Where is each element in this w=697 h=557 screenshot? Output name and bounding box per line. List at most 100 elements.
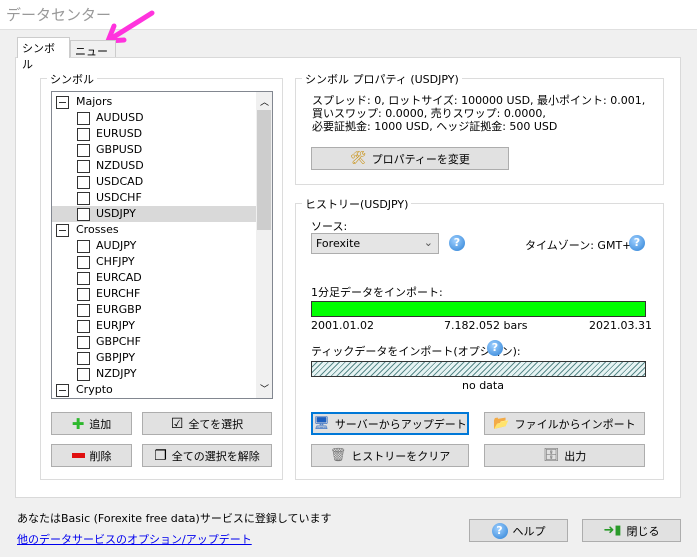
checkbox[interactable] bbox=[77, 288, 90, 301]
tab-symbols[interactable]: シンボル bbox=[17, 37, 70, 71]
import-label: ファイルからインポート bbox=[514, 417, 636, 431]
data-services-link[interactable]: 他のデータサービスのオプション/アップデート bbox=[17, 531, 252, 547]
checkbox[interactable] bbox=[77, 176, 90, 189]
checkbox[interactable] bbox=[77, 160, 90, 173]
tree-item-label: Crosses bbox=[76, 223, 119, 236]
close-button[interactable]: ➜▮ 閉じる bbox=[582, 519, 681, 542]
change-properties-button[interactable]: 🛠 プロパティーを変更 bbox=[311, 147, 509, 170]
add-button[interactable]: ✚ 追加 bbox=[51, 412, 132, 435]
export-button[interactable]: 🗄 出力 bbox=[484, 444, 645, 467]
checkbox[interactable] bbox=[77, 112, 90, 125]
tree-item-label: USDCHF bbox=[96, 191, 142, 204]
tree-item[interactable]: EURUSD bbox=[52, 126, 256, 142]
scroll-down-icon[interactable]: ﹀ bbox=[260, 382, 269, 395]
folder-icon: 📂 bbox=[493, 416, 510, 431]
checkbox[interactable] bbox=[77, 192, 90, 205]
tree-item[interactable]: NZDUSD bbox=[52, 158, 256, 174]
source-label: ソース: bbox=[311, 220, 348, 233]
properties-text: スプレッド: 0, ロットサイズ: 100000 USD, 最小ポイント: 0.… bbox=[312, 94, 645, 133]
m1-progress-fill bbox=[312, 302, 645, 316]
tree-item[interactable]: EURCAD bbox=[52, 270, 256, 286]
help-button[interactable]: ? ヘルプ bbox=[469, 519, 568, 542]
tab-news[interactable]: ニュース bbox=[70, 40, 116, 74]
properties-line-2: 買いスワップ: 0.0000, 売りスワップ: 0.0000, bbox=[312, 107, 546, 120]
import-from-file-button[interactable]: 📂 ファイルからインポート bbox=[484, 412, 645, 435]
tree-group[interactable]: Crypto bbox=[52, 382, 256, 398]
computer-icon: 🖥 bbox=[313, 416, 330, 431]
symbols-group-label: シンボル bbox=[47, 71, 97, 87]
checkbox-icon: ☑ bbox=[170, 415, 184, 432]
source-select[interactable]: Forexite ⌄ bbox=[311, 233, 439, 254]
tree-item-label: GBPUSD bbox=[96, 143, 143, 156]
delete-label: 削除 bbox=[89, 449, 112, 463]
tree-item[interactable]: USDCAD bbox=[52, 174, 256, 190]
scrollbar-thumb[interactable] bbox=[257, 110, 271, 230]
database-export-icon: 🗄 bbox=[542, 448, 560, 463]
timezone-label: タイムゾーン: GMT+0 bbox=[525, 239, 639, 252]
clear-label: ヒストリーをクリア bbox=[351, 449, 451, 463]
subscription-status: あなたはBasic (Forexite free data)サービスに登録してい… bbox=[17, 512, 332, 525]
deselect-all-button[interactable]: ❐ 全ての選択を解除 bbox=[142, 444, 272, 467]
checkbox[interactable] bbox=[77, 144, 90, 157]
checkbox[interactable] bbox=[77, 368, 90, 381]
m1-progress-bar bbox=[311, 301, 646, 317]
tick-help-icon[interactable]: ? bbox=[487, 340, 503, 356]
tree-item[interactable]: NZDJPY bbox=[52, 366, 256, 382]
m1-bar-count: 7.182.052 bars bbox=[444, 319, 528, 332]
tree-item-label: EURUSD bbox=[96, 127, 143, 140]
timezone-help-icon[interactable]: ? bbox=[629, 235, 645, 251]
checkbox[interactable] bbox=[77, 256, 90, 269]
tree-item[interactable]: USDCHF bbox=[52, 190, 256, 206]
add-label: 追加 bbox=[89, 417, 112, 431]
scroll-up-icon[interactable]: ︿ bbox=[260, 95, 269, 108]
checkbox[interactable] bbox=[77, 240, 90, 253]
minus-icon bbox=[71, 453, 85, 458]
tree-item-label: EURCHF bbox=[96, 287, 141, 300]
tree-group[interactable]: Majors bbox=[52, 94, 256, 110]
help-icon: ? bbox=[491, 522, 508, 539]
checkbox[interactable] bbox=[77, 304, 90, 317]
tree-item-label: Crypto bbox=[76, 383, 113, 396]
tree-item[interactable]: GBPUSD bbox=[52, 142, 256, 158]
tree-item[interactable]: AUDJPY bbox=[52, 238, 256, 254]
export-label: 出力 bbox=[564, 449, 587, 463]
tree-item-label: GBPJPY bbox=[96, 351, 136, 364]
chevron-down-icon: ⌄ bbox=[423, 236, 433, 249]
tree-item-label: EURGBP bbox=[96, 303, 142, 316]
checkbox[interactable] bbox=[77, 208, 90, 221]
tree-group[interactable]: Crosses bbox=[52, 222, 256, 238]
checkbox[interactable] bbox=[77, 128, 90, 141]
update-from-server-button[interactable]: 🖥 サーバーからアップデート bbox=[311, 412, 469, 435]
collapse-icon[interactable] bbox=[56, 384, 69, 397]
history-group-label: ヒストリー(USDJPY) bbox=[302, 196, 412, 212]
collapse-icon[interactable] bbox=[56, 224, 69, 237]
tree-item[interactable]: EURGBP bbox=[52, 302, 256, 318]
clear-history-button[interactable]: 🗑 ヒストリーをクリア bbox=[311, 444, 469, 467]
tree-item[interactable]: GBPCHF bbox=[52, 334, 256, 350]
tree-item-label: NZDUSD bbox=[96, 159, 144, 172]
collapse-icon[interactable] bbox=[56, 96, 69, 109]
source-help-icon[interactable]: ? bbox=[449, 235, 465, 251]
tree-item[interactable]: GBPJPY bbox=[52, 350, 256, 366]
tree-item-label: AUDUSD bbox=[96, 111, 144, 124]
tree-item-label: USDJPY bbox=[96, 207, 136, 220]
tree-item[interactable]: EURCHF bbox=[52, 286, 256, 302]
tree-item[interactable]: USDJPY bbox=[52, 206, 256, 222]
checkbox[interactable] bbox=[77, 272, 90, 285]
symbol-tree[interactable]: Crypto NZDJPY GBPJPY GBPCHF EURJPY EURGBP EURC… bbox=[51, 91, 273, 399]
tree-item-label: GBPCHF bbox=[96, 335, 141, 348]
checkbox[interactable] bbox=[77, 352, 90, 365]
checkbox[interactable] bbox=[77, 320, 90, 333]
delete-button[interactable]: 削除 bbox=[51, 444, 132, 467]
tree-item-label: NZDJPY bbox=[96, 367, 137, 380]
window-title: データセンター bbox=[6, 6, 112, 24]
tree-item[interactable]: AUDUSD bbox=[52, 110, 256, 126]
m1-end-date: 2021.03.31 bbox=[589, 319, 652, 332]
select-all-button[interactable]: ☑ 全てを選択 bbox=[142, 412, 272, 435]
tree-item-label: USDCAD bbox=[96, 175, 144, 188]
tools-icon: 🛠 bbox=[350, 151, 367, 166]
tree-item[interactable]: EURJPY bbox=[52, 318, 256, 334]
properties-group-label: シンボル プロパティ (USDJPY) bbox=[302, 71, 462, 87]
checkbox[interactable] bbox=[77, 336, 90, 349]
tree-item[interactable]: CHFJPY bbox=[52, 254, 256, 270]
